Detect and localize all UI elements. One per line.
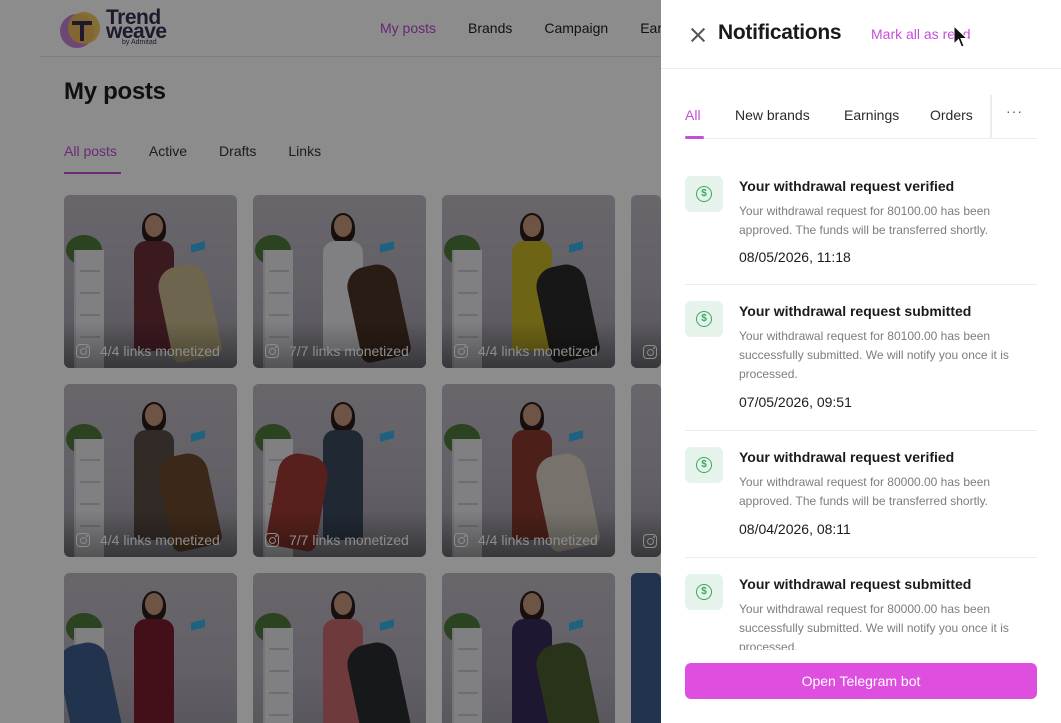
notification-body: Your withdrawal request for 80000.00 has… <box>739 602 1009 650</box>
notification-item[interactable]: $ Your withdrawal request verified Your … <box>685 160 1037 285</box>
dollar-circle-icon: $ <box>696 186 712 202</box>
notification-title: Your withdrawal request submitted <box>739 576 972 592</box>
notifications-drawer: Notifications Mark all as read All New b… <box>661 0 1061 723</box>
drawer-header: Notifications Mark all as read <box>661 0 1061 69</box>
notification-list: $ Your withdrawal request verified Your … <box>685 160 1037 650</box>
notification-icon-badge: $ <box>685 301 723 337</box>
dollar-circle-icon: $ <box>696 584 712 600</box>
notification-title: Your withdrawal request submitted <box>739 303 972 319</box>
tab-all[interactable]: All <box>685 107 701 123</box>
notification-body: Your withdrawal request for 80000.00 has… <box>739 475 991 508</box>
tab-earnings[interactable]: Earnings <box>844 107 899 123</box>
tab-new-brands[interactable]: New brands <box>735 107 810 123</box>
dollar-circle-icon: $ <box>696 311 712 327</box>
notification-body: Your withdrawal request for 80100.00 has… <box>739 204 991 237</box>
open-telegram-bot-button[interactable]: Open Telegram bot <box>685 663 1037 699</box>
notification-icon-badge: $ <box>685 574 723 610</box>
drawer-title: Notifications <box>718 21 842 44</box>
more-tabs-icon[interactable]: ··· <box>1006 103 1023 119</box>
notification-icon-badge: $ <box>685 447 723 483</box>
notification-title: Your withdrawal request verified <box>739 449 955 465</box>
notification-time: 08/04/2026, 08:11 <box>739 521 851 537</box>
active-tab-indicator <box>685 136 704 139</box>
tab-orders[interactable]: Orders <box>930 107 973 123</box>
notification-item[interactable]: $ Your withdrawal request submitted Your… <box>685 558 1037 650</box>
notification-time: 08/05/2026, 11:18 <box>739 249 851 265</box>
notification-item[interactable]: $ Your withdrawal request submitted Your… <box>685 285 1037 431</box>
notification-icon-badge: $ <box>685 176 723 212</box>
close-icon[interactable] <box>687 24 709 46</box>
tabs-divider <box>990 95 992 139</box>
notification-item[interactable]: $ Your withdrawal request verified Your … <box>685 431 1037 558</box>
dollar-circle-icon: $ <box>696 457 712 473</box>
mouse-cursor-icon <box>953 25 969 48</box>
notification-title: Your withdrawal request verified <box>739 178 955 194</box>
notification-filter-tabs: All New brands Earnings Orders ··· <box>685 95 1037 139</box>
notification-body: Your withdrawal request for 80100.00 has… <box>739 329 1009 381</box>
notification-time: 07/05/2026, 09:51 <box>739 394 852 410</box>
